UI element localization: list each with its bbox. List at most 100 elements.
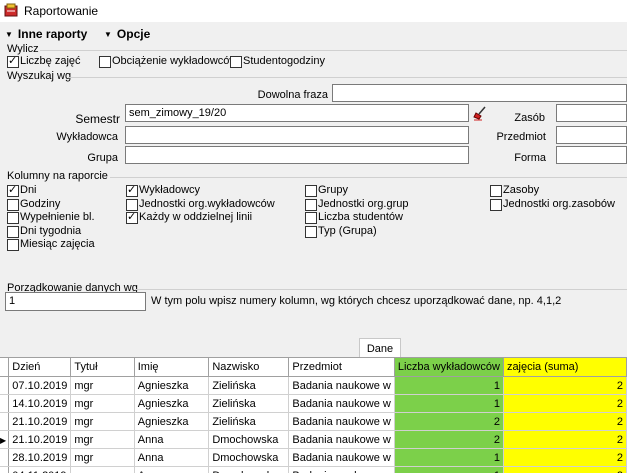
- column-header[interactable]: Przedmiot: [289, 358, 394, 377]
- checkbox-kazdy-w-linii[interactable]: [126, 212, 138, 224]
- table-cell[interactable]: Agnieszka: [134, 413, 209, 431]
- table-cell[interactable]: Agnieszka: [134, 377, 209, 395]
- broom-icon[interactable]: [472, 105, 488, 121]
- table-row[interactable]: 28.10.2019mgrAnnaDmochowskaBadania nauko…: [0, 449, 627, 467]
- table-cell[interactable]: 04.11.2019: [9, 467, 71, 473]
- checkbox-wypelnienie[interactable]: [7, 212, 19, 224]
- table-cell[interactable]: 1: [394, 449, 503, 467]
- table-cell[interactable]: 1: [394, 395, 503, 413]
- column-header[interactable]: Dzień: [9, 358, 71, 377]
- grupa-label: Grupa: [40, 152, 118, 164]
- semestr-input[interactable]: sem_zimowy_19/20: [125, 104, 469, 122]
- przedmiot-label: Przedmiot: [480, 131, 546, 143]
- grupa-input[interactable]: [125, 146, 469, 164]
- column-header[interactable]: zajęcia (suma): [503, 358, 626, 377]
- checkbox-label: Wykładowcy: [139, 184, 200, 196]
- forma-input[interactable]: [556, 146, 627, 164]
- current-row-arrow-icon: ▶: [0, 436, 6, 445]
- sort-input[interactable]: 1: [5, 292, 146, 311]
- menu-inne-raporty[interactable]: ▼Inne raporty: [5, 27, 87, 41]
- column-header[interactable]: Imię: [134, 358, 209, 377]
- table-cell[interactable]: 07.10.2019: [9, 377, 71, 395]
- table-cell[interactable]: mgr: [71, 377, 134, 395]
- row-indicator: [0, 377, 9, 395]
- checkbox-label: Dni: [20, 184, 37, 196]
- checkbox-godziny[interactable]: [7, 199, 19, 211]
- menu-opcje[interactable]: ▼Opcje: [104, 27, 150, 41]
- checkbox-dni-tygodnia[interactable]: [7, 226, 19, 238]
- table-cell[interactable]: 1: [394, 467, 503, 473]
- table-cell[interactable]: 2: [503, 431, 626, 449]
- table-row[interactable]: 21.10.2019mgrAgnieszkaZielińskaBadania n…: [0, 413, 627, 431]
- table-cell[interactable]: 21.10.2019: [9, 431, 71, 449]
- table-cell[interactable]: Agnieszka: [134, 395, 209, 413]
- checkbox-wykladowcy[interactable]: [126, 185, 138, 197]
- semestr-label: Semestr: [40, 112, 120, 126]
- table-cell[interactable]: Anna: [134, 467, 209, 473]
- wykladowca-input[interactable]: [125, 126, 469, 144]
- checkbox-liczba-studentow[interactable]: [305, 212, 317, 224]
- tab-dane[interactable]: Dane: [359, 338, 401, 359]
- checkbox-liczbe-zajec[interactable]: [7, 56, 19, 68]
- row-indicator-header: [0, 358, 9, 377]
- checkbox-jednostki-zasobow[interactable]: [490, 199, 502, 211]
- table-cell[interactable]: Zielińska: [209, 413, 289, 431]
- table-row[interactable]: 04.11.2019mgrAnnaDmochowskaBadania nauko…: [0, 467, 627, 473]
- table-cell[interactable]: 2: [503, 467, 626, 473]
- table-cell[interactable]: mgr: [71, 467, 134, 473]
- column-header[interactable]: Nazwisko: [209, 358, 289, 377]
- table-cell[interactable]: Badania naukowe w: [289, 413, 394, 431]
- checkbox-zasoby[interactable]: [490, 185, 502, 197]
- table-cell[interactable]: 2: [503, 395, 626, 413]
- checkbox-miesiac[interactable]: [7, 239, 19, 251]
- table-cell[interactable]: mgr: [71, 449, 134, 467]
- table-cell[interactable]: 1: [394, 377, 503, 395]
- table-cell[interactable]: Anna: [134, 449, 209, 467]
- checkbox-jednostki-grup[interactable]: [305, 199, 317, 211]
- table-cell[interactable]: Anna: [134, 431, 209, 449]
- table-cell[interactable]: 2: [503, 377, 626, 395]
- table-cell[interactable]: Badania naukowe w: [289, 431, 394, 449]
- table-row[interactable]: ▶21.10.2019mgrAnnaDmochowskaBadania nauk…: [0, 431, 627, 449]
- table-cell[interactable]: 2: [503, 449, 626, 467]
- table-cell[interactable]: Badania naukowe w: [289, 395, 394, 413]
- table-row[interactable]: 07.10.2019mgrAgnieszkaZielińskaBadania n…: [0, 377, 627, 395]
- table-cell[interactable]: Dmochowska: [209, 431, 289, 449]
- table-cell[interactable]: Dmochowska: [209, 449, 289, 467]
- checkbox-label: Godziny: [20, 198, 60, 210]
- checkbox-label: Jednostki org.grup: [318, 198, 409, 210]
- checkbox-studentogodziny[interactable]: [230, 56, 242, 68]
- zasob-label: Zasób: [495, 112, 545, 124]
- checkbox-obciazenie[interactable]: [99, 56, 111, 68]
- przedmiot-input[interactable]: [556, 126, 627, 144]
- table-cell[interactable]: Dmochowska: [209, 467, 289, 473]
- table-cell[interactable]: Badania naukowe w: [289, 377, 394, 395]
- table-cell[interactable]: Badania naukowe w: [289, 467, 394, 473]
- column-header[interactable]: Liczba wykładowców: [394, 358, 503, 377]
- table-cell[interactable]: 28.10.2019: [9, 449, 71, 467]
- checkbox-label: Jednostki org.zasobów: [503, 198, 615, 210]
- table-cell[interactable]: Badania naukowe w: [289, 449, 394, 467]
- free-phrase-input[interactable]: [332, 84, 627, 102]
- table-row[interactable]: 14.10.2019mgrAgnieszkaZielińskaBadania n…: [0, 395, 627, 413]
- wykladowca-label: Wykładowca: [30, 131, 118, 143]
- zasob-input[interactable]: [556, 104, 627, 122]
- columns-group-label: Kolumny na raporcie: [7, 170, 108, 182]
- table-cell[interactable]: 2: [394, 431, 503, 449]
- table-cell[interactable]: mgr: [71, 431, 134, 449]
- checkbox-grupy[interactable]: [305, 185, 317, 197]
- checkbox-label: Grupy: [318, 184, 348, 196]
- table-cell[interactable]: mgr: [71, 413, 134, 431]
- column-header[interactable]: Tytuł: [71, 358, 134, 377]
- table-cell[interactable]: 2: [503, 413, 626, 431]
- checkbox-dni[interactable]: [7, 185, 19, 197]
- table-cell[interactable]: Zielińska: [209, 377, 289, 395]
- table-cell[interactable]: Zielińska: [209, 395, 289, 413]
- table-cell[interactable]: 14.10.2019: [9, 395, 71, 413]
- table-header-row: Dzień Tytuł Imię Nazwisko Przedmiot Licz…: [0, 358, 627, 377]
- checkbox-typ-grupa[interactable]: [305, 226, 317, 238]
- table-cell[interactable]: 2: [394, 413, 503, 431]
- table-cell[interactable]: 21.10.2019: [9, 413, 71, 431]
- row-indicator: ▶: [0, 431, 9, 449]
- table-cell[interactable]: mgr: [71, 395, 134, 413]
